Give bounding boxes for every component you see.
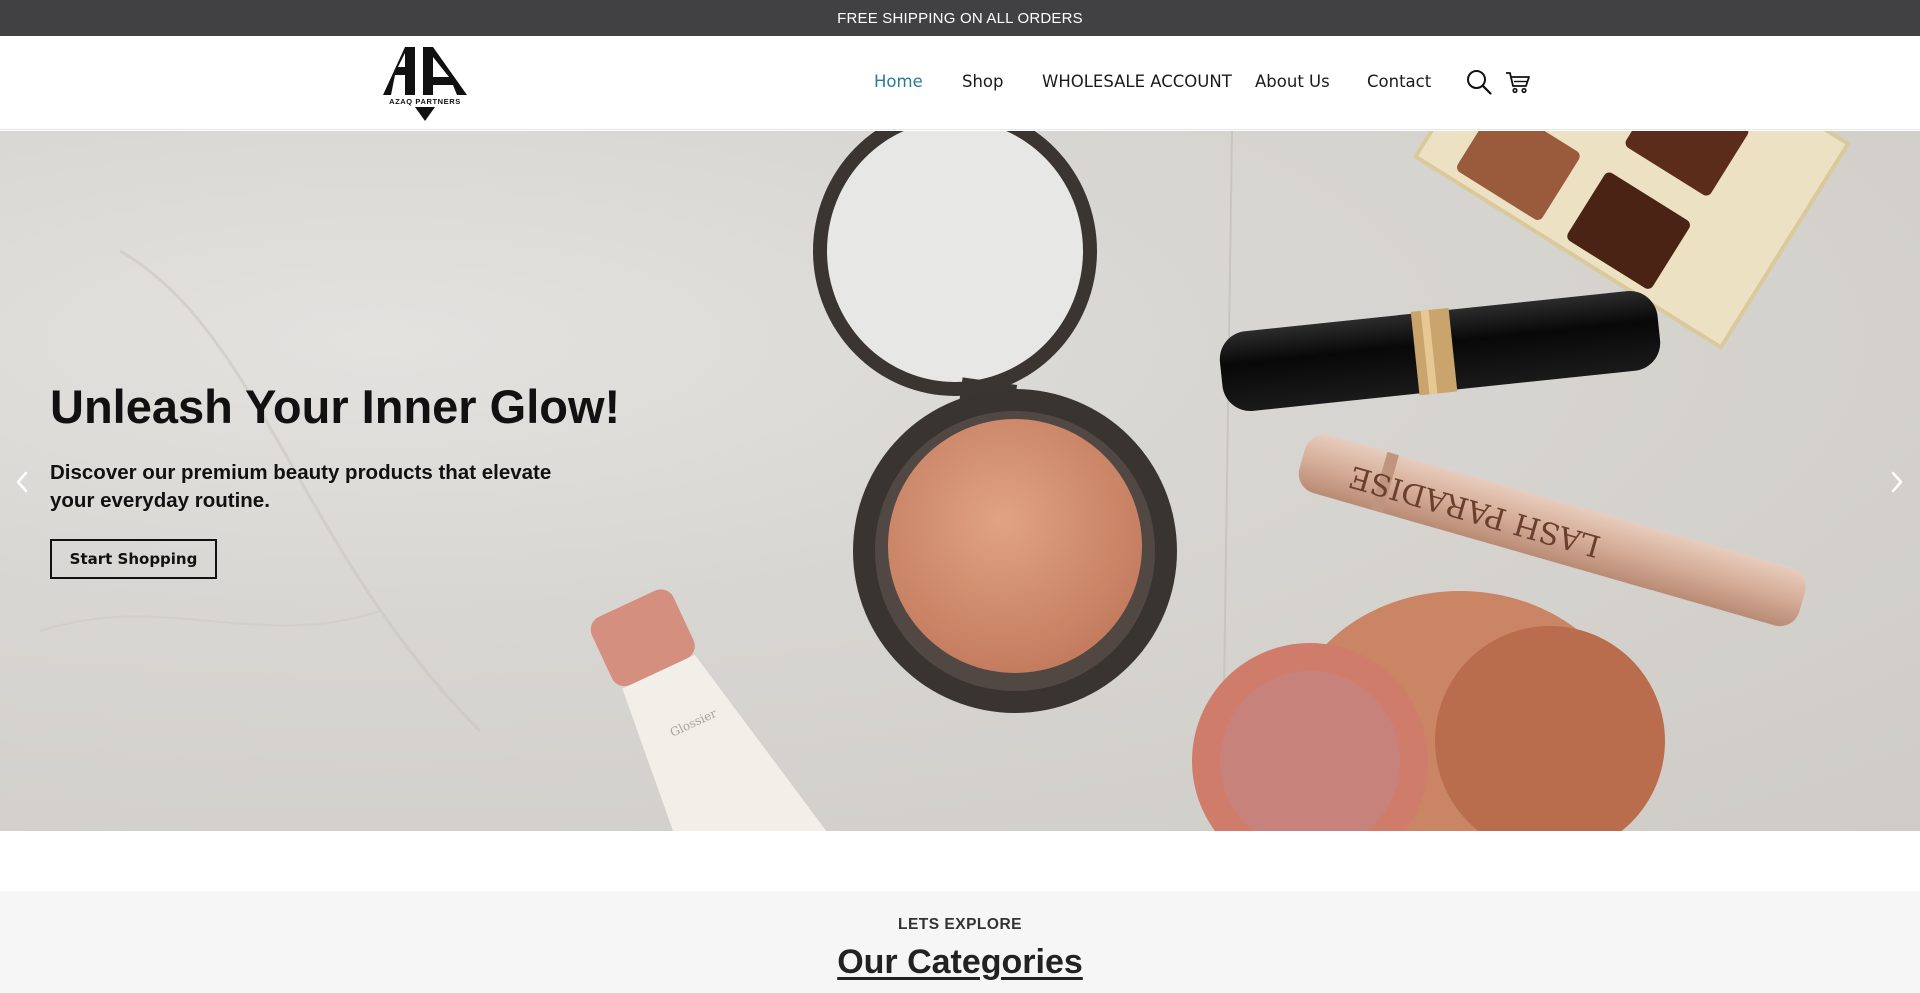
site-header: AZAQ PARTNERS Home Shop WHOLESALE ACCOUN…	[0, 36, 1920, 130]
start-shopping-button[interactable]: Start Shopping	[50, 539, 217, 579]
hero-slider: LASH PARADISE Glossier Unleash Your Inne…	[0, 131, 1920, 831]
announcement-text: FREE SHIPPING ON ALL ORDERS	[837, 9, 1083, 27]
nav-item-shop[interactable]: Shop	[962, 72, 1004, 91]
logo-text: AZAQ PARTNERS	[381, 97, 469, 107]
section-title[interactable]: Our Categories	[0, 943, 1920, 982]
section-kicker: LETS EXPLORE	[898, 916, 1022, 933]
nav-item-about-us[interactable]: About Us	[1255, 72, 1330, 91]
chevron-right-icon[interactable]	[1885, 467, 1909, 497]
nav-item-home[interactable]: Home	[874, 72, 923, 91]
categories-section: LETS EXPLORE Our Categories	[0, 891, 1920, 993]
brand-logo[interactable]: AZAQ PARTNERS	[381, 45, 469, 121]
nav-item-contact[interactable]: Contact	[1367, 72, 1431, 91]
announcement-bar: FREE SHIPPING ON ALL ORDERS	[0, 0, 1920, 36]
search-icon[interactable]	[1466, 69, 1492, 100]
cart-icon[interactable]	[1505, 69, 1531, 100]
hero-title: Unleash Your Inner Glow!	[50, 380, 621, 433]
nav-item-wholesale-account[interactable]: WHOLESALE ACCOUNT	[1042, 72, 1232, 91]
logo-mark	[383, 47, 467, 121]
hero-subtitle: Discover our premium beauty products tha…	[50, 461, 552, 512]
chevron-left-icon[interactable]	[10, 467, 34, 497]
